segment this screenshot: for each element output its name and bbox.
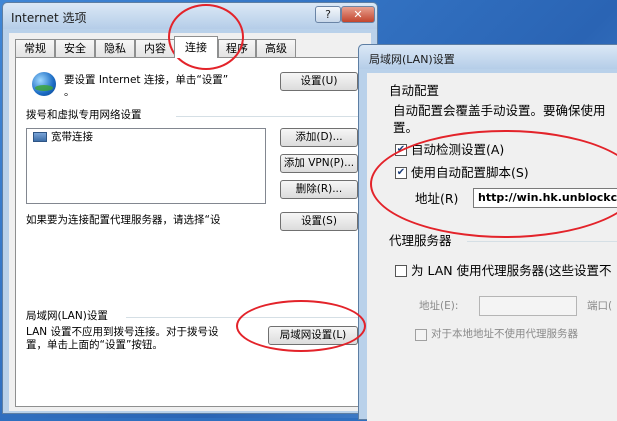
auto-config-description: 自动配置会覆盖手动设置。要确保使用 bbox=[393, 103, 606, 118]
bypass-local-checkbox[interactable] bbox=[415, 329, 427, 341]
tab-privacy[interactable]: 隐私 bbox=[95, 39, 135, 57]
window-title: Internet 选项 bbox=[11, 11, 87, 25]
bypass-local-label[interactable]: 对于本地地址不使用代理服务器 bbox=[431, 328, 578, 341]
proxy-port-label: 端口( bbox=[587, 300, 613, 312]
remove-button[interactable]: 删除(R)... bbox=[280, 180, 358, 199]
proxy-hint-text: 如果要为连接配置代理服务器，请选择“设 bbox=[26, 214, 221, 226]
divider bbox=[467, 241, 617, 242]
lan-note-text-2: 置，单击上面的“设置”按钮。 bbox=[26, 339, 163, 351]
close-button[interactable]: ✕ bbox=[341, 6, 375, 23]
connections-list[interactable]: 宽带连接 bbox=[26, 128, 266, 204]
lan-note-text: LAN 设置不应用到拨号连接。对于拨号设 bbox=[26, 326, 219, 338]
window-title: 局域网(LAN)设置 bbox=[369, 53, 455, 66]
list-item[interactable]: 宽带连接 bbox=[51, 131, 93, 144]
setup-button[interactable]: 设置(U) bbox=[280, 72, 358, 91]
dialog-client: 自动配置 自动配置会覆盖手动设置。要确保使用 置。 ✔ 自动检测设置(A) ✔ … bbox=[367, 73, 617, 421]
dialup-section-label: 拨号和虚拟专用网络设置 bbox=[26, 109, 142, 121]
settings-button[interactable]: 设置(S) bbox=[280, 212, 358, 231]
annotation-ring-lan-button bbox=[236, 300, 366, 352]
help-button[interactable]: ? bbox=[315, 6, 341, 23]
auto-config-heading: 自动配置 bbox=[389, 83, 440, 98]
connection-icon bbox=[33, 132, 47, 142]
auto-config-description-end: 置。 bbox=[393, 120, 419, 135]
proxy-address-label: 地址(E): bbox=[419, 300, 459, 312]
tab-advanced[interactable]: 高级 bbox=[256, 39, 296, 57]
proxy-heading: 代理服务器 bbox=[389, 233, 452, 248]
title-bar[interactable]: 局域网(LAN)设置 bbox=[359, 45, 617, 69]
setup-text-end: 。 bbox=[64, 86, 75, 98]
tab-security[interactable]: 安全 bbox=[55, 39, 95, 57]
lan-section-label: 局域网(LAN)设置 bbox=[26, 310, 108, 322]
use-proxy-checkbox[interactable] bbox=[395, 265, 407, 277]
add-button[interactable]: 添加(D)... bbox=[280, 128, 358, 147]
add-vpn-button[interactable]: 添加 VPN(P)... bbox=[280, 154, 358, 173]
tab-connections[interactable]: 连接 bbox=[174, 36, 218, 58]
divider bbox=[176, 116, 358, 117]
dialog-client: 常规 安全 隐私 内容 连接 程序 高级 要设置 Internet 连接，单击“… bbox=[9, 33, 371, 411]
setup-text: 要设置 Internet 连接，单击“设置” bbox=[64, 74, 229, 86]
globe-icon bbox=[32, 72, 56, 96]
use-proxy-label[interactable]: 为 LAN 使用代理服务器(这些设置不 bbox=[411, 263, 611, 279]
proxy-address-input[interactable] bbox=[479, 296, 577, 316]
connections-panel: 要设置 Internet 连接，单击“设置” 。 设置(U) 拨号和虚拟专用网络… bbox=[15, 57, 365, 407]
tab-general[interactable]: 常规 bbox=[15, 39, 55, 57]
